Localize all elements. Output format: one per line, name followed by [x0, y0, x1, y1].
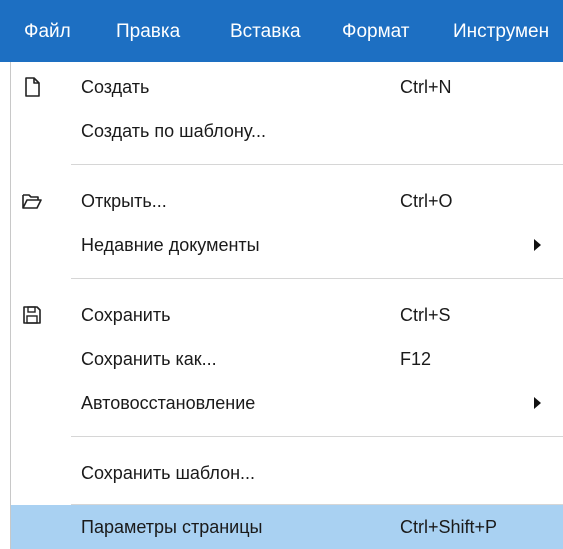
menu-item-label: Создать [81, 77, 150, 97]
menu-item-shortcut: Ctrl+O [400, 191, 453, 211]
submenu-arrow-icon [534, 397, 541, 409]
menu-item-save[interactable]: Сохранить Ctrl+S [11, 293, 563, 337]
menu-separator [71, 278, 563, 279]
menu-item-label: Параметры страницы [81, 517, 263, 537]
menu-item-save-template[interactable]: Сохранить шаблон... [11, 451, 563, 495]
menu-item-label: Открыть... [81, 191, 167, 211]
submenu-arrow-icon [534, 239, 541, 251]
menu-item-label: Сохранить [81, 305, 171, 325]
menu-separator [71, 164, 563, 165]
new-document-icon [25, 77, 40, 97]
menu-bar: Файл Правка Вставка Формат Инструмен [0, 0, 563, 62]
menu-item-autorecovery[interactable]: Автовосстановление [11, 381, 563, 425]
menu-item-open[interactable]: Открыть... Ctrl+O [11, 179, 563, 223]
menu-item-shortcut: F12 [400, 349, 432, 369]
menu-item-new[interactable]: Создать Ctrl+N [11, 65, 563, 109]
menu-item-shortcut: Ctrl+Shift+P [400, 517, 498, 537]
open-folder-icon [22, 194, 42, 209]
menu-item-page-setup[interactable]: Параметры страницы Ctrl+Shift+P [11, 505, 563, 549]
file-menu-dropdown: Создать Ctrl+N Создать по шаблону... Отк… [10, 62, 563, 549]
menu-edit[interactable]: Правка [104, 0, 192, 62]
menu-item-recent-documents[interactable]: Недавние документы [11, 223, 563, 267]
menu-format[interactable]: Формат [330, 0, 422, 62]
menu-item-label: Сохранить как... [81, 349, 217, 369]
menu-item-label: Сохранить шаблон... [81, 463, 256, 483]
menu-insert[interactable]: Вставка [218, 0, 313, 62]
menu-file[interactable]: Файл [12, 0, 83, 62]
menu-item-label: Автовосстановление [81, 393, 256, 413]
save-floppy-icon [23, 306, 41, 324]
menu-item-shortcut: Ctrl+N [400, 77, 452, 97]
menu-item-save-as[interactable]: Сохранить как... F12 [11, 337, 563, 381]
menu-tools[interactable]: Инструмен [441, 0, 561, 62]
menu-item-label: Недавние документы [81, 235, 260, 255]
menu-item-new-from-template[interactable]: Создать по шаблону... [11, 109, 563, 153]
menu-item-label: Создать по шаблону... [81, 121, 266, 141]
menu-separator [71, 436, 563, 437]
application-window: Файл Правка Вставка Формат Инструмен Соз… [0, 0, 563, 549]
menu-item-shortcut: Ctrl+S [400, 305, 451, 325]
